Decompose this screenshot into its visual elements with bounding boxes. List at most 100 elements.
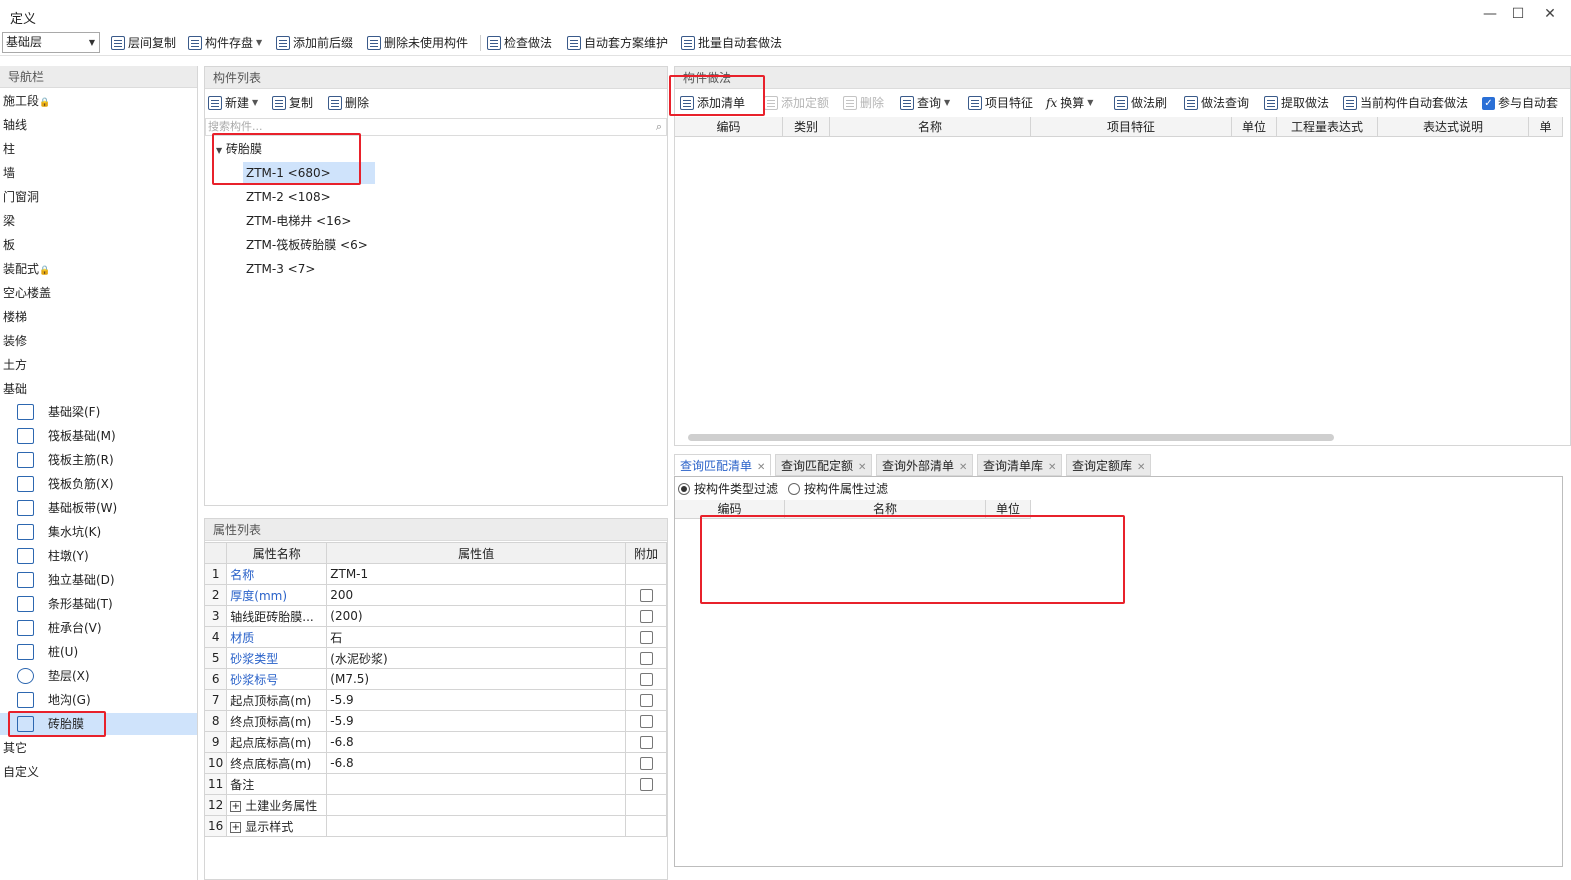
close-icon[interactable]: ✕ bbox=[1048, 462, 1056, 473]
nav-item-prefab[interactable]: 装配式🔒 bbox=[3, 258, 50, 280]
close-icon[interactable]: ✕ bbox=[858, 462, 866, 473]
nav-item-column[interactable]: 柱 bbox=[3, 138, 15, 160]
nav-item-axis[interactable]: 轴线 bbox=[3, 114, 27, 136]
close-button[interactable]: ✕ bbox=[1538, 4, 1562, 24]
extra-checkbox[interactable] bbox=[639, 631, 653, 644]
copy-between-floors-button[interactable]: 层间复制 bbox=[111, 33, 176, 53]
tab-query-bill-library[interactable]: 查询清单库 ✕ bbox=[977, 454, 1063, 476]
nav-item-hollow-floor[interactable]: 空心楼盖 bbox=[3, 282, 51, 304]
table-row[interactable]: 12 + 土建业务属性 bbox=[203, 794, 667, 816]
tab-query-matched-bill[interactable]: 查询匹配清单 ✕ bbox=[674, 454, 772, 476]
table-row[interactable]: 10 终点底标高(m) -6.8 bbox=[203, 752, 667, 774]
nav-sub-pile-cap[interactable]: 桩承台(V) bbox=[0, 617, 197, 639]
component-search-input[interactable]: 搜索构件... ⌕ bbox=[205, 118, 667, 136]
close-icon[interactable]: ✕ bbox=[757, 462, 765, 473]
nav-sub-raft-foundation[interactable]: 筏板基础(M) bbox=[0, 425, 197, 447]
horizontal-scrollbar[interactable] bbox=[688, 434, 1334, 441]
query-button[interactable]: 查询 ▼ bbox=[900, 93, 950, 113]
nav-item-wall[interactable]: 墙 bbox=[3, 162, 15, 184]
nav-item-slab[interactable]: 板 bbox=[3, 234, 15, 256]
nav-sub-foundation-beam[interactable]: 基础梁(F) bbox=[0, 401, 197, 423]
table-row[interactable]: 11 备注 bbox=[203, 773, 667, 795]
nav-item-decoration[interactable]: 装修 bbox=[3, 330, 27, 352]
table-row[interactable]: 1 名称 ZTM-1 bbox=[203, 563, 667, 585]
table-row[interactable]: 2 厚度(mm) 200 bbox=[203, 584, 667, 606]
nav-sub-cushion[interactable]: 垫层(X) bbox=[0, 665, 197, 687]
nav-item-stairs[interactable]: 楼梯 bbox=[3, 306, 27, 328]
item-feature-button[interactable]: 项目特征 bbox=[968, 93, 1033, 113]
close-icon[interactable]: ✕ bbox=[959, 462, 967, 473]
table-row[interactable]: 6 砂浆标号 (M7.5) bbox=[203, 668, 667, 690]
property-value[interactable]: -5.9 bbox=[326, 710, 626, 732]
nav-item-beam[interactable]: 梁 bbox=[3, 210, 15, 232]
expand-plus-icon[interactable]: + bbox=[230, 821, 242, 833]
auto-apply-current-button[interactable]: 当前构件自动套做法 bbox=[1343, 93, 1468, 113]
delete-component-button[interactable]: 删除 bbox=[328, 93, 369, 113]
method-brush-button[interactable]: 做法刷 bbox=[1114, 93, 1167, 113]
nav-item-construction-section[interactable]: 施工段🔒 bbox=[3, 90, 50, 112]
extra-checkbox[interactable] bbox=[639, 694, 653, 707]
delete-unused-button[interactable]: 删除未使用构件 bbox=[367, 33, 468, 53]
nav-sub-foundation-strip[interactable]: 基础板带(W) bbox=[0, 497, 197, 519]
nav-sub-pile[interactable]: 桩(U) bbox=[0, 641, 197, 663]
tree-root-brick-mold[interactable]: ▼ 砖胎膜 bbox=[216, 138, 262, 160]
batch-auto-button[interactable]: 批量自动套做法 bbox=[681, 33, 782, 53]
table-row[interactable]: 8 终点顶标高(m) -5.9 bbox=[203, 710, 667, 732]
check-method-button[interactable]: 检查做法 bbox=[487, 33, 552, 53]
convert-button[interactable]: fx 换算 ▼ bbox=[1046, 93, 1093, 113]
tab-query-quota-library[interactable]: 查询定额库 ✕ bbox=[1066, 454, 1152, 476]
tree-item-ztm-3[interactable]: ZTM-3 <7> bbox=[246, 258, 315, 280]
tree-item-ztm-2[interactable]: ZTM-2 <108> bbox=[246, 186, 331, 208]
table-row[interactable]: 7 起点顶标高(m) -5.9 bbox=[203, 689, 667, 711]
extra-checkbox[interactable] bbox=[639, 589, 653, 602]
add-bill-button[interactable]: 添加清单 bbox=[680, 93, 745, 113]
method-query-button[interactable]: 做法查询 bbox=[1184, 93, 1249, 113]
nav-item-door-window[interactable]: 门窗洞 bbox=[3, 186, 39, 208]
tree-item-ztm-1[interactable]: ZTM-1 <680> bbox=[243, 162, 375, 184]
extra-checkbox[interactable] bbox=[639, 673, 653, 686]
table-row[interactable]: 4 材质石 bbox=[203, 626, 667, 648]
property-value[interactable]: (水泥砂浆) bbox=[326, 647, 626, 669]
nav-item-earthwork[interactable]: 土方 bbox=[3, 354, 27, 376]
minimize-button[interactable]: — bbox=[1478, 4, 1502, 24]
extra-checkbox[interactable] bbox=[639, 778, 653, 791]
auto-scheme-button[interactable]: 自动套方案维护 bbox=[567, 33, 668, 53]
nav-sub-raft-main-rebar[interactable]: 筏板主筋(R) bbox=[0, 449, 197, 471]
extra-checkbox[interactable] bbox=[639, 757, 653, 770]
extract-method-button[interactable]: 提取做法 bbox=[1264, 93, 1329, 113]
close-icon[interactable]: ✕ bbox=[1137, 462, 1145, 473]
maximize-button[interactable]: ☐ bbox=[1506, 4, 1530, 24]
nav-sub-sump-pit[interactable]: 集水坑(K) bbox=[0, 521, 197, 543]
extra-checkbox[interactable] bbox=[639, 652, 653, 665]
filter-by-property-radio[interactable]: 按构件属性过滤 bbox=[788, 480, 888, 498]
nav-sub-isolated-footing[interactable]: 独立基础(D) bbox=[0, 569, 197, 591]
nav-sub-brick-mold[interactable]: 砖胎膜 bbox=[0, 713, 197, 735]
property-value[interactable]: -6.8 bbox=[326, 731, 626, 753]
property-value[interactable]: -6.8 bbox=[326, 752, 626, 774]
property-value[interactable]: 石 bbox=[326, 626, 626, 648]
tab-query-external-bill[interactable]: 查询外部清单 ✕ bbox=[876, 454, 974, 476]
property-value[interactable]: (M7.5) bbox=[326, 668, 626, 690]
nav-sub-strip-footing[interactable]: 条形基础(T) bbox=[0, 593, 197, 615]
filter-by-type-radio[interactable]: 按构件类型过滤 bbox=[678, 480, 778, 498]
participate-auto-checkbox[interactable]: ✓ 参与自动套 bbox=[1482, 93, 1558, 113]
expand-plus-icon[interactable]: + bbox=[230, 800, 242, 812]
new-component-button[interactable]: 新建 ▼ bbox=[208, 93, 258, 113]
property-value[interactable]: -5.9 bbox=[326, 689, 626, 711]
tree-item-ztm-elevator[interactable]: ZTM-电梯井 <16> bbox=[246, 210, 351, 232]
nav-sub-trench[interactable]: 地沟(G) bbox=[0, 689, 197, 711]
extra-checkbox[interactable] bbox=[639, 715, 653, 728]
table-row[interactable]: 16 + 显示样式 bbox=[203, 815, 667, 837]
floor-select[interactable]: 基础层 ▼ bbox=[2, 32, 100, 53]
save-component-button[interactable]: 构件存盘 ▼ bbox=[188, 33, 262, 53]
tab-query-matched-quota[interactable]: 查询匹配定额 ✕ bbox=[775, 454, 873, 476]
nav-item-custom[interactable]: 自定义 bbox=[3, 761, 39, 783]
property-value[interactable]: 200 bbox=[326, 584, 626, 606]
extra-checkbox[interactable] bbox=[639, 610, 653, 623]
nav-item-other[interactable]: 其它 bbox=[3, 737, 27, 759]
nav-item-foundation[interactable]: 基础 bbox=[3, 378, 27, 400]
property-value[interactable]: ZTM-1 bbox=[326, 563, 626, 585]
delete-method-button[interactable]: 删除 bbox=[843, 93, 884, 113]
copy-component-button[interactable]: 复制 bbox=[272, 93, 313, 113]
add-quota-button[interactable]: 添加定额 bbox=[764, 93, 829, 113]
